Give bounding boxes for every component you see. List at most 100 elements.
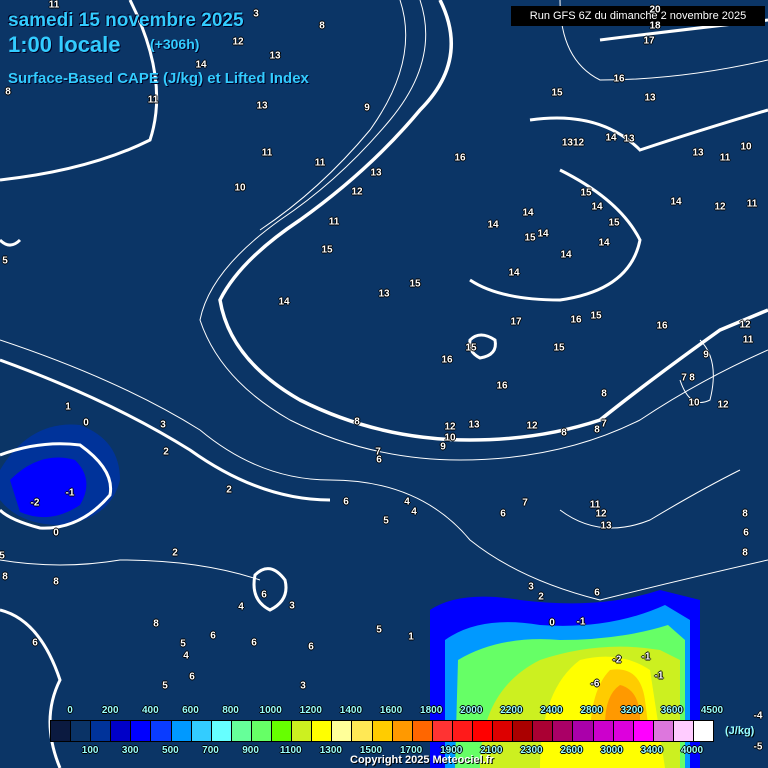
contour-label: 0 bbox=[53, 527, 59, 539]
contour-label: 6 bbox=[251, 637, 257, 649]
legend-top-label: 2400 bbox=[540, 705, 563, 716]
contour-label: 14 bbox=[508, 267, 520, 279]
contour-label: 5 bbox=[2, 255, 8, 267]
contour-label: 11 bbox=[147, 94, 159, 106]
contour-label: 5 bbox=[180, 638, 186, 650]
contour-label: 11 bbox=[48, 0, 60, 11]
contour-label: 8 bbox=[5, 86, 11, 98]
contour-label: 15 bbox=[465, 342, 477, 354]
contour-label: 14 bbox=[537, 228, 549, 240]
contour-label: 13 bbox=[269, 50, 281, 62]
contour-label: 9 bbox=[440, 441, 446, 453]
legend-top-label: 3600 bbox=[660, 705, 683, 716]
contour-label: 16 bbox=[570, 314, 582, 326]
legend-bottom-label: 700 bbox=[202, 745, 219, 756]
contour-label: 9 bbox=[703, 349, 709, 361]
contour-label: 12 bbox=[739, 319, 751, 331]
legend-swatch bbox=[91, 721, 112, 741]
contour-label: 8 bbox=[53, 576, 59, 588]
contour-label: -1 bbox=[576, 616, 586, 628]
contour-label: 14 bbox=[522, 207, 534, 219]
contour-label: 2 bbox=[172, 547, 178, 559]
contour-label: -6 bbox=[590, 678, 600, 690]
contour-label: 6 bbox=[308, 641, 314, 653]
legend-top-label: 1400 bbox=[339, 705, 363, 716]
contour-label: 14 bbox=[598, 237, 610, 249]
contour-label: 13 bbox=[644, 92, 656, 104]
legend-swatch bbox=[553, 721, 574, 741]
legend-swatch bbox=[633, 721, 654, 741]
legend-bottom-label: 100 bbox=[81, 745, 99, 756]
contour-label: 6 bbox=[261, 589, 267, 601]
contour-label: 13 bbox=[468, 419, 480, 431]
contour-label: 14 bbox=[560, 249, 572, 261]
forecast-date: samedi 15 novembre 2025 bbox=[8, 10, 244, 31]
contour-label: 7 bbox=[522, 497, 528, 509]
contour-label: 12 bbox=[232, 36, 244, 48]
legend-swatch bbox=[332, 721, 353, 741]
contour-label: 5 bbox=[0, 550, 5, 562]
legend-swatch bbox=[412, 721, 433, 741]
contour-label: 10 bbox=[234, 182, 246, 194]
contour-label: 3 bbox=[289, 600, 295, 612]
contour-label: 8 bbox=[561, 427, 567, 439]
contour-label: 11 bbox=[261, 147, 273, 159]
contour-label: 4 bbox=[183, 650, 189, 662]
legend-swatch bbox=[573, 721, 594, 741]
contour-label: 14 bbox=[195, 59, 207, 71]
legend-swatch bbox=[171, 721, 192, 741]
legend-top-label: 3200 bbox=[620, 705, 643, 716]
contour-label: 12 bbox=[717, 399, 729, 411]
contour-label: 15 bbox=[321, 244, 333, 256]
legend-swatch bbox=[312, 721, 333, 741]
product-title: Surface-Based CAPE (J/kg) et Lifted Inde… bbox=[8, 70, 309, 87]
contour-label: 13 bbox=[600, 520, 612, 532]
contour-label: 1 bbox=[408, 631, 414, 643]
contour-label: 4 bbox=[404, 496, 410, 508]
contour-label: 6 bbox=[743, 527, 749, 539]
legend-bottom-label: 900 bbox=[242, 745, 259, 756]
contour-label: 11 bbox=[314, 157, 326, 169]
contour-label: -1 bbox=[65, 487, 75, 499]
contour-label: 1 bbox=[65, 401, 71, 413]
contour-label: 3 bbox=[253, 8, 259, 20]
contour-label: 17 bbox=[510, 316, 522, 328]
contour-label: 9 bbox=[364, 102, 370, 114]
contour-label: 2 bbox=[163, 446, 169, 458]
contour-label: 14 bbox=[591, 201, 603, 213]
contour-label: -4 bbox=[753, 710, 763, 722]
contour-label: 8 bbox=[601, 388, 607, 400]
contour-label: 12 bbox=[595, 508, 607, 520]
cape-fill-west bbox=[0, 424, 120, 525]
contour-label: -1 bbox=[654, 670, 664, 682]
contour-label: 13 bbox=[623, 133, 635, 145]
contour-label: 11 bbox=[746, 198, 758, 210]
contour-label: 0 bbox=[83, 417, 89, 429]
contour-label: 3 bbox=[528, 581, 534, 593]
contour-label: -2 bbox=[612, 654, 622, 666]
contour-label: 8 bbox=[354, 416, 360, 428]
contour-label: 8 bbox=[594, 424, 600, 436]
contour-label: 15 bbox=[551, 87, 563, 99]
contour-label: 11 bbox=[719, 152, 731, 164]
legend-swatch bbox=[392, 721, 413, 741]
contour-label: 4 bbox=[411, 506, 417, 518]
legend-top-label: 2200 bbox=[500, 705, 523, 716]
legend-bottom-label: 1300 bbox=[319, 745, 342, 756]
contour-label: 12 bbox=[714, 201, 726, 213]
contour-label: 6 bbox=[376, 454, 382, 466]
legend-bottom-label: 3000 bbox=[600, 745, 623, 756]
contour-label: 5 bbox=[376, 624, 382, 636]
map-canvas bbox=[0, 0, 768, 768]
contour-label: 15 bbox=[524, 232, 536, 244]
legend-swatch bbox=[432, 721, 453, 741]
contour-label: 8 bbox=[742, 508, 748, 520]
legend-bottom-label: 3400 bbox=[640, 745, 663, 756]
legend-swatch bbox=[211, 721, 232, 741]
legend-swatch bbox=[613, 721, 634, 741]
legend-top-label: 1000 bbox=[259, 705, 282, 716]
contour-label: 15 bbox=[608, 217, 620, 229]
contour-label: 17 bbox=[643, 35, 655, 47]
forecast-time: 1:00 locale bbox=[8, 32, 121, 57]
contour-label: 5 bbox=[383, 515, 389, 527]
